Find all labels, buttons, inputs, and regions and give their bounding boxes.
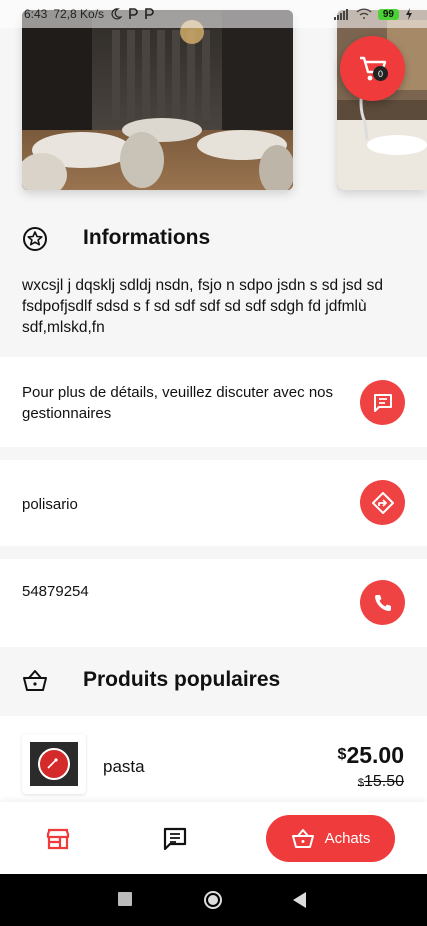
product-thumbnail xyxy=(22,734,86,794)
chat-card: Pour plus de détails, veuillez discuter … xyxy=(0,357,427,447)
achats-button[interactable]: Achats xyxy=(266,815,395,862)
status-bar: 6:43 72,8 Ko/s 99 xyxy=(0,0,427,28)
informations-header: Informations xyxy=(0,208,427,268)
product-name: pasta xyxy=(103,757,145,776)
dining-room-image xyxy=(22,10,293,190)
status-right: 99 xyxy=(333,8,413,20)
tomato-icon xyxy=(38,748,70,780)
wifi-icon xyxy=(356,8,372,19)
p-icon xyxy=(129,8,138,19)
charging-icon xyxy=(406,8,412,20)
product-item[interactable]: pasta $25.00 $15.50 xyxy=(0,716,427,802)
screen: 6:43 72,8 Ko/s 99 0 Informations wxcsjl … xyxy=(0,0,427,926)
basket-icon xyxy=(23,670,47,691)
phone-icon xyxy=(374,594,391,611)
status-time: 6:43 xyxy=(24,7,48,21)
cart-count-badge: 0 xyxy=(373,66,388,81)
popular-products-title: Produits populaires xyxy=(83,668,281,691)
back-icon[interactable] xyxy=(293,892,307,908)
location-card: polisario xyxy=(0,460,427,546)
cart-button[interactable]: 0 xyxy=(340,36,405,101)
info-description: wxcsjl j dqsklj sdldj nsdn, fsjo n sdpo … xyxy=(22,277,383,336)
basket-nav-icon xyxy=(291,828,314,848)
chat-button[interactable] xyxy=(360,380,405,425)
star-badge-icon xyxy=(23,227,47,251)
status-speed: 72,8 Ko/s xyxy=(53,7,105,21)
location-text: polisario xyxy=(22,496,78,513)
price-value: 25.00 xyxy=(346,742,404,768)
chat-nav-icon[interactable] xyxy=(162,826,188,852)
bottom-navigation: Achats xyxy=(0,802,427,874)
informations-title: Informations xyxy=(83,226,211,249)
call-button[interactable] xyxy=(360,580,405,625)
product-old-price: $15.50 xyxy=(358,773,404,791)
chat-text: Pour plus de détails, veuillez discuter … xyxy=(22,384,334,422)
battery-level: 99 xyxy=(377,8,399,20)
phone-card: 54879254 xyxy=(0,559,427,647)
signal-icon xyxy=(333,9,348,20)
status-left: 6:43 72,8 Ko/s xyxy=(24,7,154,21)
store-icon[interactable] xyxy=(45,826,71,852)
directions-button[interactable] xyxy=(360,480,405,525)
message-icon xyxy=(373,393,392,412)
product-price: $25.00 xyxy=(338,742,404,769)
phone-text: 54879254 xyxy=(22,583,89,600)
recent-apps-icon[interactable] xyxy=(118,892,132,906)
popular-products-header: Produits populaires xyxy=(0,650,427,710)
directions-icon xyxy=(371,491,394,514)
restaurant-photo[interactable] xyxy=(22,10,293,190)
old-price-value: 15.50 xyxy=(363,773,404,790)
achats-label: Achats xyxy=(324,830,371,847)
product-image xyxy=(30,742,78,786)
system-navigation-bar xyxy=(0,874,427,926)
p-icon-2 xyxy=(145,8,154,19)
price-currency: $ xyxy=(337,746,347,763)
home-icon[interactable] xyxy=(203,890,223,910)
moon-icon xyxy=(111,8,123,20)
